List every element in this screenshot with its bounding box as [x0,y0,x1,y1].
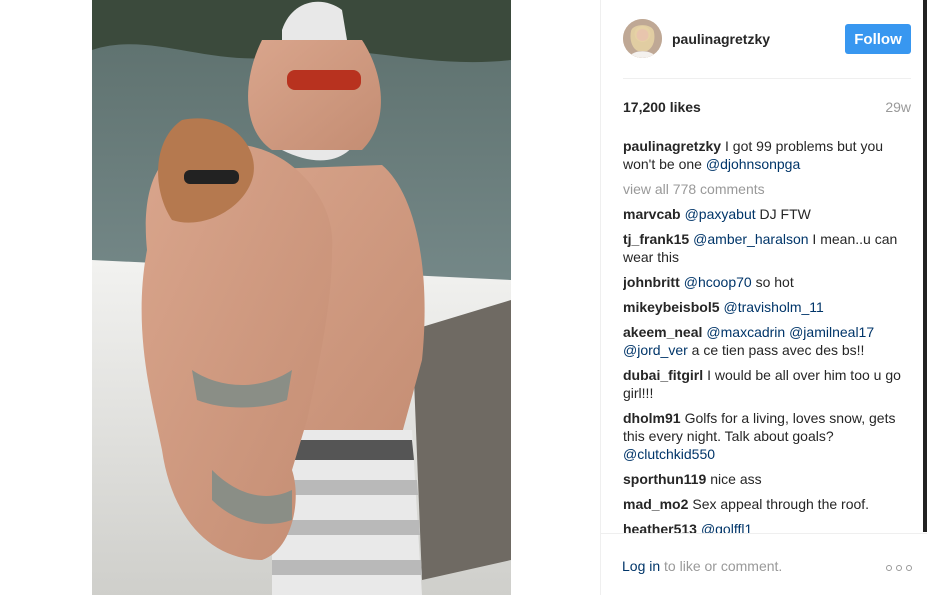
comment-text: so hot [751,274,794,290]
comment-username[interactable]: mad_mo2 [623,496,688,512]
follow-button[interactable]: Follow [845,24,911,54]
view-all-comments-link[interactable]: view all 778 comments [623,180,911,198]
comment-username[interactable]: akeem_neal [623,324,702,340]
scrollbar[interactable] [923,0,927,532]
comment-item: johnbritt @hcoop70 so hot [623,273,911,291]
comment-username[interactable]: tj_frank15 [623,231,689,247]
caption: paulinagretzky I got 99 problems but you … [623,137,911,173]
comment-username[interactable]: sporthun119 [623,471,706,487]
comment-text: Sex appeal through the roof. [692,496,870,512]
post-age[interactable]: 29w [885,99,911,115]
comment-item: heather513 @golffl1 [623,520,911,534]
more-options-icon[interactable] [886,562,912,574]
comment-mention[interactable]: @clutchkid550 [623,446,715,462]
comment-mention[interactable]: @amber_haralson [693,231,808,247]
dot [906,565,912,571]
comment-item: tj_frank15 @amber_haralson I mean..u can … [623,230,911,266]
instagram-post-view: paulinagretzky Follow 17,200 likes 29w p… [0,0,927,595]
comment-username[interactable]: marvcab [623,206,681,222]
comment-text: nice ass [710,471,762,487]
comment-mention[interactable]: @travisholm_11 [724,299,824,315]
post-photo[interactable] [92,0,511,595]
caption-username[interactable]: paulinagretzky [623,138,721,154]
dot [896,565,902,571]
login-link[interactable]: Log in [622,558,660,574]
comment-item: mad_mo2 Sex appeal through the roof. [623,495,911,513]
header-divider [623,78,911,79]
likes-count[interactable]: 17,200 likes [623,99,701,115]
comment-mention[interactable]: @paxyabut [685,206,756,222]
comment-username[interactable]: mikeybeisbol5 [623,299,720,315]
comment-item: sporthun119 nice ass [623,470,911,488]
comment-item: dubai_fitgirl I would be all over him too… [623,366,911,402]
comment-item: marvcab @paxyabut DJ FTW [623,205,911,223]
comment-username[interactable]: johnbritt [623,274,680,290]
avatar[interactable] [623,19,662,58]
likes-row: 17,200 likes 29w [623,99,911,117]
comment-mention[interactable]: @hcoop70 [684,274,752,290]
comment-text: a ce tien pass avec des bs!! [687,342,865,358]
footer-text: to like or comment. [660,558,783,574]
comment-mention[interactable]: @jamilneal17 [789,324,874,340]
photo-area [0,0,600,595]
post-author-username[interactable]: paulinagretzky [672,31,770,47]
comment-username[interactable]: dholm91 [623,410,681,426]
post-header: paulinagretzky Follow [623,19,911,61]
comment-items: marvcab @paxyabut DJ FTW tj_frank15 @amber_… [623,205,911,534]
caption-mention[interactable]: @djohnsonpga [706,156,800,172]
comment-username[interactable]: dubai_fitgirl [623,367,703,383]
comment-mention[interactable]: @jord_ver [623,342,688,358]
footer-divider [600,533,927,534]
comments-list[interactable]: paulinagretzky I got 99 problems but you … [623,137,911,534]
post-details-panel: paulinagretzky Follow 17,200 likes 29w p… [600,0,927,595]
comment-mention[interactable]: @maxcadrin [706,324,785,340]
comment-item: mikeybeisbol5 @travisholm_11 [623,298,911,316]
comment-item: dholm91 Golfs for a living, loves snow, g… [623,409,911,463]
footer: Log in to like or comment. [622,558,912,578]
comment-item: akeem_neal @maxcadrin @jamilneal17 @jord_… [623,323,911,359]
comment-text: DJ FTW [755,206,811,222]
dot [886,565,892,571]
